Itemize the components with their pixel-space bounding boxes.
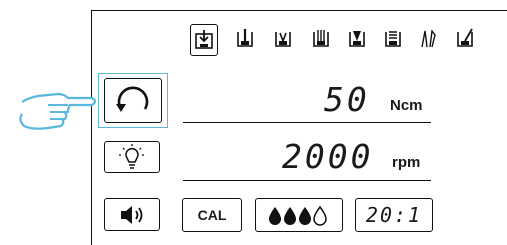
speaker-icon: [121, 205, 143, 224]
reverse-rotation-button[interactable]: [104, 78, 162, 123]
implant-mode-icon[interactable]: [452, 24, 478, 54]
gear-ratio-label: 20:1: [365, 203, 423, 227]
rotate-ccw-icon: [116, 86, 149, 112]
handpiece-mode-6-icon[interactable]: [380, 24, 406, 54]
drill-tools-icon[interactable]: [415, 24, 441, 54]
mode-selector-row: [190, 24, 500, 58]
handpiece-mode-1-icon[interactable]: [190, 24, 218, 56]
calibration-label: CAL: [197, 207, 227, 223]
handpiece-mode-5-icon[interactable]: [344, 24, 370, 54]
speed-unit: rpm: [392, 154, 421, 171]
speed-underline: [183, 180, 431, 181]
volume-button[interactable]: [104, 198, 160, 231]
light-bulb-icon: [119, 144, 145, 169]
light-button[interactable]: [104, 141, 160, 173]
torque-value: 50: [324, 80, 370, 119]
coolant-level-icon: [269, 205, 327, 226]
speed-value: 2000: [282, 137, 374, 176]
handpiece-mode-2-icon[interactable]: [232, 24, 258, 54]
handpiece-mode-3-icon[interactable]: [270, 24, 296, 54]
torque-unit: Ncm: [390, 97, 423, 114]
handpiece-mode-4-icon[interactable]: [308, 24, 334, 54]
torque-underline: [183, 122, 431, 123]
panel-top-border: [91, 10, 507, 11]
calibration-button[interactable]: CAL: [182, 198, 242, 232]
gear-ratio-button[interactable]: 20:1: [355, 198, 433, 232]
coolant-flow-button[interactable]: [255, 198, 343, 232]
pointing-hand-icon: [12, 88, 98, 134]
